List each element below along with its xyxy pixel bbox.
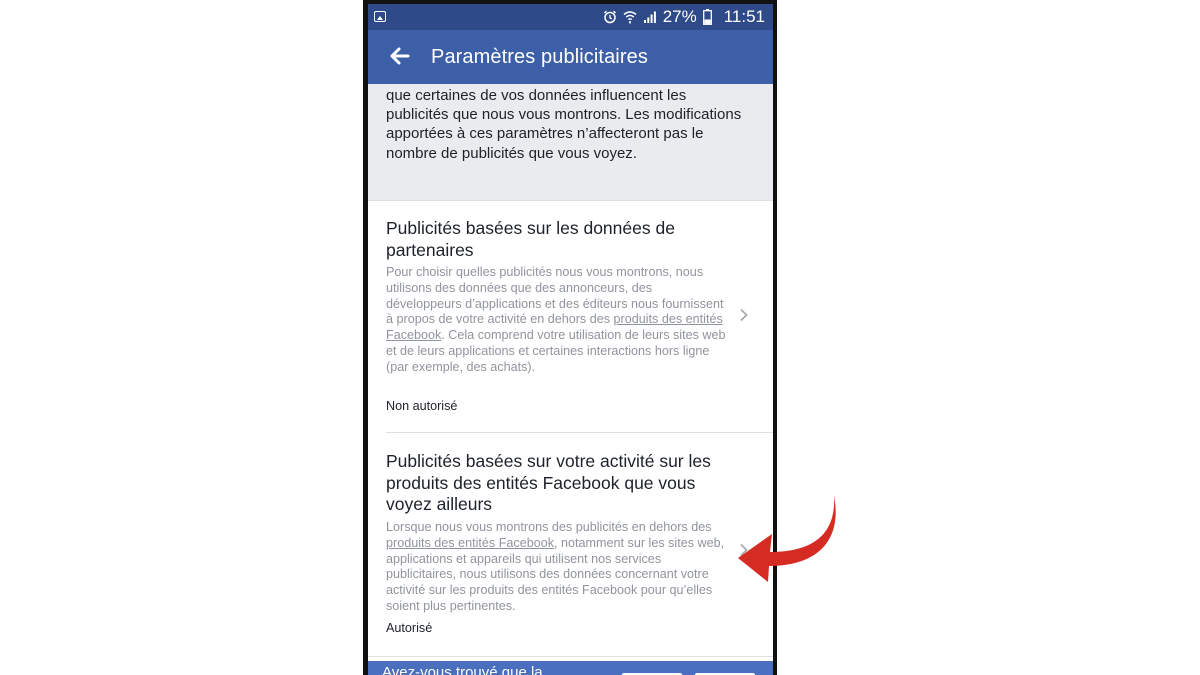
survey-bar: Avez-vous trouvé que la (368, 661, 773, 675)
alarm-icon (603, 10, 616, 24)
section-status: Non autorisé (386, 399, 458, 413)
status-bar: 27% 11:51 (368, 4, 773, 30)
section-description: Lorsque nous vous montrons des publicité… (386, 520, 725, 613)
clock: 11:51 (723, 7, 765, 26)
section-title: Publicités basées sur les données de par… (386, 218, 675, 260)
page-title: Paramètres publicitaires (431, 46, 648, 68)
survey-question: Avez-vous trouvé que la (382, 664, 543, 675)
section-status: Autorisé (386, 621, 433, 635)
annotation-arrow-icon (738, 496, 836, 582)
section-description: Pour choisir quelles publicités nous vou… (386, 265, 726, 374)
section-activity-elsewhere[interactable]: Publicités basées sur votre activité sur… (368, 433, 773, 656)
back-arrow-icon[interactable] (388, 45, 410, 67)
battery-icon (702, 9, 712, 25)
facebook-products-link[interactable]: produits des entités Facebook (386, 536, 554, 550)
image-icon (374, 11, 386, 22)
intro-text: que certaines de vos données influencent… (386, 87, 742, 162)
chevron-right-icon (740, 308, 748, 322)
signal-icon (643, 11, 656, 23)
intro-panel: que certaines de vos données influencent… (368, 84, 773, 200)
battery-percent: 27% (662, 7, 697, 26)
divider (368, 656, 773, 657)
wifi-icon (623, 11, 637, 24)
status-icons: 27% 11:51 (603, 7, 765, 27)
app-bar: Paramètres publicitaires (368, 30, 773, 84)
phone-screen: 27% 11:51 Paramètres publicitaires que c… (368, 4, 773, 675)
section-title: Publicités basées sur votre activité sur… (386, 451, 711, 514)
section-partner-data[interactable]: Publicités basées sur les données de par… (368, 201, 773, 432)
